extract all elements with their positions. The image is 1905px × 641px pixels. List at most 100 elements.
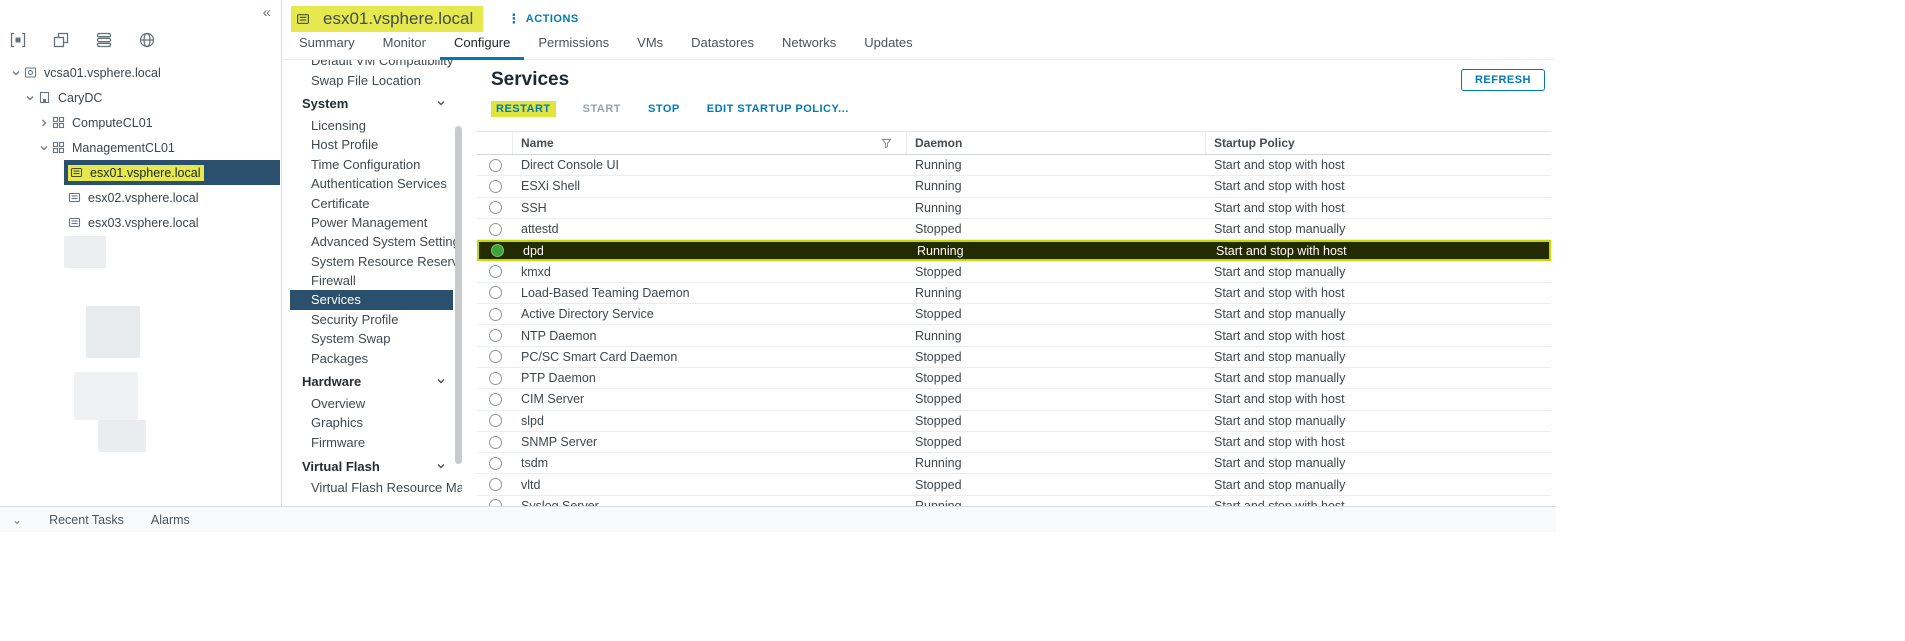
config-nav-item[interactable]: Authentication Services	[290, 174, 462, 193]
select-column-header	[477, 132, 513, 154]
table-row[interactable]: tsdm Running Start and stop manually	[477, 453, 1551, 475]
config-nav-item[interactable]: Licensing	[290, 116, 462, 135]
row-radio[interactable]	[488, 265, 502, 279]
table-row[interactable]: NTP Daemon Running Start and stop with h…	[477, 325, 1551, 347]
config-nav-section-hardware[interactable]: Hardware	[290, 370, 462, 394]
chevron-down-icon[interactable]	[8, 68, 24, 78]
table-row[interactable]: attestd Stopped Start and stop manually	[477, 219, 1551, 241]
refresh-button[interactable]: REFRESH	[1460, 69, 1545, 91]
tab-networks[interactable]: Networks	[768, 29, 850, 60]
tree-item-datacenter[interactable]: CaryDC	[0, 85, 280, 110]
collapse-tasks-icon[interactable]: ⌄	[12, 513, 22, 527]
tree-item-cluster-compute[interactable]: ComputeCL01	[0, 110, 280, 135]
tree-item-label: ManagementCL01	[72, 140, 175, 155]
row-radio[interactable]	[488, 414, 502, 428]
row-radio[interactable]	[488, 329, 502, 343]
config-nav-item[interactable]: Packages	[290, 348, 462, 367]
restart-button[interactable]: RESTART	[491, 101, 556, 117]
tab-summary[interactable]: Summary	[285, 29, 369, 60]
table-row[interactable]: kmxd Stopped Start and stop manually	[477, 261, 1551, 283]
tree-item-host-esx03[interactable]: esx03.vsphere.local	[0, 210, 280, 235]
table-row[interactable]: Direct Console UI Running Start and stop…	[477, 155, 1551, 177]
alarms-toggle[interactable]: Alarms	[151, 513, 190, 527]
networking-icon[interactable]	[137, 30, 157, 50]
edit-startup-policy-button[interactable]: EDIT STARTUP POLICY...	[707, 103, 849, 115]
config-nav-item[interactable]: Time Configuration	[290, 155, 462, 174]
row-radio-selected[interactable]	[490, 244, 504, 258]
config-nav-item[interactable]: Certificate	[290, 193, 462, 212]
row-radio[interactable]	[488, 371, 502, 385]
config-nav-item[interactable]: Firewall	[290, 271, 462, 290]
tab-vms[interactable]: VMs	[623, 29, 677, 60]
config-nav-item[interactable]: System Swap	[290, 329, 462, 348]
actions-menu-button[interactable]: ⋮ ACTIONS	[507, 11, 579, 27]
row-radio[interactable]	[488, 179, 502, 193]
stop-button[interactable]: STOP	[648, 103, 680, 115]
row-radio[interactable]	[488, 456, 502, 470]
config-nav-item[interactable]: Overview	[290, 394, 462, 413]
table-row[interactable]: Syslog Server Running Start and stop wit…	[477, 496, 1551, 506]
config-nav-item[interactable]: Swap File Location	[290, 70, 462, 89]
chevron-down-icon[interactable]	[36, 143, 52, 153]
config-nav-item-services[interactable]: Services	[290, 290, 453, 310]
recent-tasks-toggle[interactable]: Recent Tasks	[49, 513, 124, 527]
service-daemon: Running	[915, 158, 962, 173]
row-radio[interactable]	[488, 222, 502, 236]
tree-item-label: vcsa01.vsphere.local	[44, 65, 161, 80]
chevron-down-icon[interactable]	[22, 93, 38, 103]
collapse-sidebar-icon[interactable]: «	[263, 4, 271, 21]
row-radio[interactable]	[488, 307, 502, 321]
row-radio[interactable]	[488, 499, 502, 506]
row-radio[interactable]	[488, 350, 502, 364]
tree-item-host-esx01[interactable]: esx01.vsphere.local	[0, 160, 280, 185]
row-radio[interactable]	[488, 435, 502, 449]
tab-permissions[interactable]: Permissions	[524, 29, 623, 60]
column-header-daemon[interactable]: Daemon	[907, 132, 1206, 154]
table-row[interactable]: vltd Stopped Start and stop manually	[477, 474, 1551, 496]
storage-icon[interactable]	[94, 30, 114, 50]
table-row[interactable]: PTP Daemon Stopped Start and stop manual…	[477, 368, 1551, 390]
config-nav-item[interactable]: Security Profile	[290, 310, 462, 329]
row-radio[interactable]	[488, 201, 502, 215]
table-row[interactable]: ESXi Shell Running Start and stop with h…	[477, 176, 1551, 198]
tree-item-host-esx02[interactable]: esx02.vsphere.local	[0, 185, 280, 210]
scrollbar-thumb[interactable]	[455, 126, 462, 464]
table-row[interactable]: SSH Running Start and stop with host	[477, 198, 1551, 219]
config-nav-item[interactable]: Host Profile	[290, 135, 462, 154]
table-row[interactable]: slpd Stopped Start and stop manually	[477, 411, 1551, 432]
column-header-startup-policy[interactable]: Startup Policy	[1206, 132, 1551, 154]
service-daemon: Stopped	[915, 413, 962, 428]
config-nav-item[interactable]: Graphics	[290, 413, 462, 432]
object-header: esx01.vsphere.local ⋮ ACTIONS Summary Mo…	[283, 0, 1555, 60]
start-button[interactable]: START	[583, 103, 621, 115]
tab-updates[interactable]: Updates	[850, 29, 926, 60]
column-header-name[interactable]: Name	[513, 132, 907, 154]
config-nav-item[interactable]: Advanced System Settings	[290, 232, 462, 251]
table-row-selected[interactable]: dpd Running Start and stop with host	[477, 240, 1551, 262]
config-nav-section-system[interactable]: System	[290, 92, 462, 116]
row-radio[interactable]	[488, 158, 502, 172]
config-nav-section-virtual-flash[interactable]: Virtual Flash	[290, 454, 462, 478]
vms-and-templates-icon[interactable]	[51, 30, 71, 50]
table-row[interactable]: SNMP Server Stopped Start and stop with …	[477, 432, 1551, 454]
hosts-and-clusters-icon[interactable]	[8, 30, 28, 50]
config-nav-item[interactable]: Firmware	[290, 433, 462, 452]
config-nav-item[interactable]: Default VM Compatibility	[290, 60, 462, 70]
filter-icon[interactable]	[881, 138, 892, 149]
chevron-right-icon[interactable]	[36, 118, 52, 128]
tree-item-cluster-management[interactable]: ManagementCL01	[0, 135, 280, 160]
tab-datastores[interactable]: Datastores	[677, 29, 768, 60]
tab-configure[interactable]: Configure	[439, 29, 525, 60]
table-row[interactable]: PC/SC Smart Card Daemon Stopped Start an…	[477, 347, 1551, 368]
tab-monitor[interactable]: Monitor	[369, 29, 440, 60]
table-row[interactable]: Load-Based Teaming Daemon Running Start …	[477, 283, 1551, 305]
row-radio[interactable]	[488, 286, 502, 300]
row-radio[interactable]	[488, 478, 502, 492]
row-radio[interactable]	[488, 392, 502, 406]
table-row[interactable]: CIM Server Stopped Start and stop with h…	[477, 389, 1551, 411]
table-row[interactable]: Active Directory Service Stopped Start a…	[477, 304, 1551, 326]
config-nav-item[interactable]: System Resource Reservati...	[290, 252, 462, 271]
tree-item-vcenter[interactable]: vcsa01.vsphere.local	[0, 60, 280, 85]
config-nav-item[interactable]: Virtual Flash Resource Man...	[290, 478, 462, 497]
config-nav-item[interactable]: Power Management	[290, 213, 462, 232]
